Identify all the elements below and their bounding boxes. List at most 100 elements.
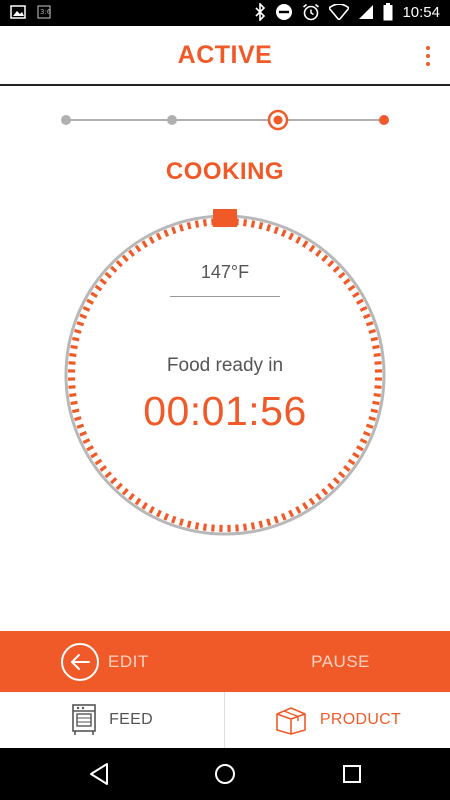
dial-tick	[273, 515, 279, 524]
box-icon	[276, 707, 306, 735]
dial-tick	[134, 497, 142, 506]
dial-tick	[128, 249, 135, 257]
dial-tick	[115, 260, 123, 268]
dial-tick	[76, 321, 85, 327]
dial-tick	[327, 482, 335, 490]
dial-tick	[99, 465, 107, 472]
dial-tick	[266, 518, 272, 526]
dial-tick	[86, 298, 94, 305]
step-2-dot	[167, 115, 177, 125]
dial-tick	[295, 236, 302, 244]
countdown-timer: 00:01:56	[143, 388, 307, 434]
system-nav-bar	[0, 748, 450, 800]
dial-tick	[315, 249, 322, 257]
nav-home-icon[interactable]	[214, 762, 236, 786]
dial-tick	[242, 523, 248, 531]
dial-tick	[71, 336, 80, 342]
dial-tick	[315, 493, 322, 501]
dial-tick	[359, 438, 368, 445]
bluetooth-icon	[254, 3, 266, 21]
edit-button[interactable]: EDIT	[60, 631, 149, 692]
dial-tick	[338, 471, 346, 479]
image-icon	[10, 5, 26, 19]
dial-tick	[302, 240, 309, 248]
dial-tick	[295, 506, 302, 514]
tab-product-label: PRODUCT	[319, 711, 402, 728]
app-bar: ACTIVE	[0, 26, 450, 86]
dial-tick	[280, 229, 287, 238]
dial-tick	[356, 445, 364, 452]
dial-tick	[338, 271, 346, 279]
dial-tick	[148, 506, 155, 514]
dial-tick	[74, 328, 82, 334]
dial-tick	[194, 522, 200, 530]
dial-tick	[258, 221, 264, 230]
dial-tick	[347, 458, 356, 466]
dial-tick	[163, 229, 170, 238]
step-1-dot	[61, 115, 71, 125]
dial-tick	[104, 471, 112, 479]
dial-tick	[343, 465, 351, 472]
dial-tick	[178, 518, 184, 526]
step-4-dot	[379, 115, 389, 125]
nav-back-icon[interactable]	[88, 762, 110, 786]
dial-tick	[359, 305, 368, 312]
dial-tick	[258, 520, 264, 529]
dial-handle[interactable]	[213, 209, 237, 227]
tab-feed[interactable]: FEED	[0, 692, 224, 748]
dial-tick	[280, 512, 287, 521]
dial-tick	[308, 497, 316, 506]
dial-tick	[186, 221, 192, 230]
dial-tick	[94, 284, 103, 292]
dial-tick	[352, 291, 360, 298]
dial-tick	[121, 488, 129, 496]
sim-icon: 3:6	[36, 4, 52, 20]
dial-tick	[171, 226, 177, 235]
dial-tick	[368, 328, 376, 334]
dial-tick	[211, 524, 215, 532]
page-title: ACTIVE	[177, 41, 273, 69]
action-bar: EDIT PAUSE	[0, 631, 450, 692]
step-3-current-dot	[273, 115, 283, 125]
dial-tick	[273, 226, 279, 235]
more-vert-icon[interactable]	[420, 44, 436, 68]
dial-tick	[134, 244, 142, 253]
dial-tick	[155, 232, 162, 241]
tab-product[interactable]: PRODUCT	[225, 692, 450, 748]
dial-tick	[128, 493, 135, 501]
dial-tick	[82, 438, 91, 445]
nav-recents-icon[interactable]	[342, 762, 362, 786]
dial-tick	[302, 502, 309, 510]
tab-feed-label: FEED	[109, 711, 153, 728]
dial-tick	[82, 305, 91, 312]
dial-tick	[90, 291, 98, 298]
dial-tick	[365, 321, 374, 327]
status-time: 10:54	[402, 3, 440, 21]
dial-tick	[202, 523, 208, 531]
svg-text:3:6: 3:6	[40, 8, 52, 16]
dial-tick	[266, 224, 272, 232]
dial-tick	[141, 240, 148, 248]
dial-tick	[288, 232, 295, 241]
dial-tick	[332, 477, 340, 485]
pause-button[interactable]: PAUSE	[311, 631, 370, 692]
stage-title: COOKING	[165, 158, 285, 185]
dial-tick	[321, 254, 329, 262]
oven-icon	[72, 704, 96, 735]
dial-tick	[121, 254, 129, 262]
dial-tick	[242, 219, 248, 227]
dial-tick	[308, 244, 316, 253]
dial-tick	[347, 284, 356, 292]
dial-tick	[178, 224, 184, 232]
ready-label: Food ready in	[166, 355, 284, 376]
dial-tick	[155, 509, 162, 518]
dial-tick	[163, 512, 170, 521]
dial-tick	[370, 336, 379, 342]
dial-tick	[332, 265, 340, 273]
dial-tick	[90, 452, 98, 459]
dial-tick	[110, 477, 118, 485]
dial-tick	[343, 278, 351, 285]
edit-label: EDIT	[108, 651, 149, 671]
dial-tick	[104, 271, 112, 279]
dial-tick	[321, 488, 329, 496]
